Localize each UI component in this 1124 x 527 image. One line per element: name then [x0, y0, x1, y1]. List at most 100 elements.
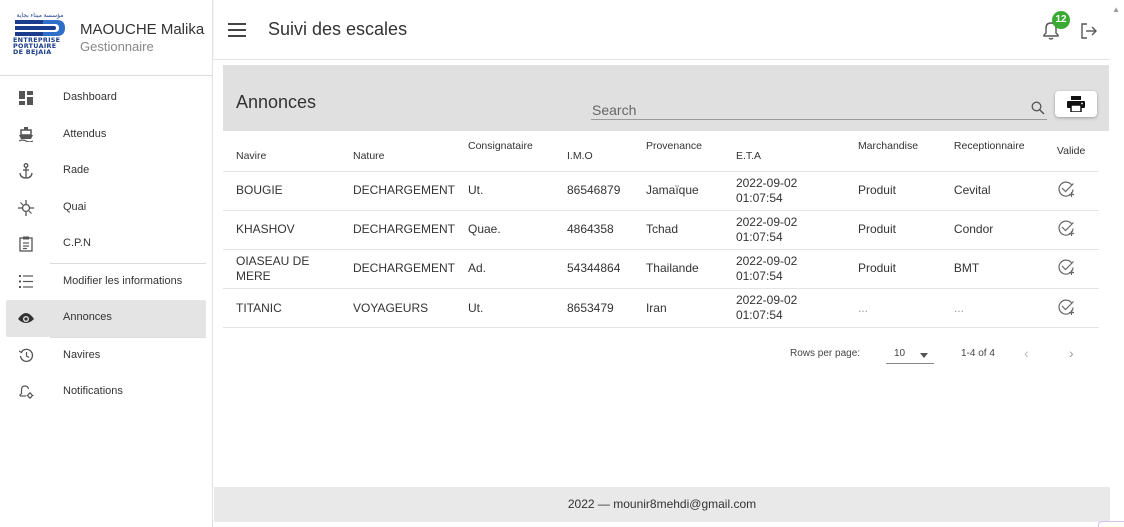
column-header-provenance[interactable]: Provenance	[632, 131, 723, 172]
cell-eta: 2022-09-02 01:07:54	[722, 171, 845, 211]
search-input[interactable]: Search	[591, 94, 1047, 120]
logo-line-3: DE BEJAIA	[13, 48, 52, 57]
list-edit-icon	[18, 274, 34, 290]
column-header-marchandise[interactable]: Marchandise	[844, 131, 941, 172]
table-row[interactable]: TITANIC VOYAGEURS Ut. 8653479 Iran 2022-…	[223, 288, 1099, 329]
column-header-nature[interactable]: Nature	[339, 131, 455, 172]
cell-provenance: Iran	[632, 288, 723, 329]
logo-text: ENTREPRISE PORTUAIRE DE BEJAIA	[13, 36, 67, 57]
scroll-up-arrow-icon[interactable]: ▲	[1112, 5, 1120, 14]
search-icon	[1031, 101, 1045, 115]
cell-eta: 2022-09-02 01:07:54	[722, 249, 845, 290]
cell-valide	[1043, 288, 1099, 329]
table-row[interactable]: KHASHOV DECHARGEMENT Quae. 4864358 Tchad…	[223, 210, 1099, 250]
logout-button[interactable]	[1080, 22, 1098, 40]
next-page-button[interactable]: ›	[1069, 345, 1074, 361]
search-label: Search	[592, 102, 637, 118]
column-header-valide[interactable]: Valide	[1043, 131, 1099, 172]
sidebar-item-notifications[interactable]: Notifications	[0, 374, 212, 411]
app-root: مؤسسة ميناء بجاية ENTREPRISE PORTUAIRE D…	[0, 0, 1124, 527]
eta-date: 2022-09-02	[735, 293, 798, 308]
cell-navire: OIASEAU DE MERE	[223, 249, 340, 290]
column-header-eta[interactable]: E.T.A	[722, 131, 845, 172]
cell-valide	[1043, 249, 1099, 290]
page-title: Suivi des escales	[268, 19, 408, 39]
rows-per-page-select[interactable]: 10	[886, 348, 934, 364]
cell-receptionnaire: ...	[940, 288, 1044, 329]
printer-icon	[1067, 96, 1085, 112]
menu-toggle-button[interactable]	[228, 22, 246, 37]
anchor-icon	[18, 163, 34, 179]
dock-icon	[18, 199, 34, 216]
cell-eta: 2022-09-02 01:07:54	[722, 288, 845, 329]
top-bar: Suivi des escales 12	[214, 0, 1124, 60]
sidebar-item-attendus[interactable]: Attendus	[0, 117, 212, 154]
table-header-row: Navire Nature Consignataire I.M.O Proven…	[223, 131, 1099, 172]
print-button[interactable]	[1055, 91, 1097, 117]
sidebar-item-label: Quai	[63, 200, 87, 213]
logo-arabic-text: مؤسسة ميناء بجاية	[16, 12, 64, 19]
validate-icon[interactable]	[1057, 297, 1076, 316]
cell-navire: TITANIC	[223, 288, 340, 329]
eta-time: 01:07:54	[735, 268, 783, 283]
sidebar-item-label: Annonces	[63, 311, 112, 324]
cell-marchandise: Produit	[844, 249, 941, 290]
sidebar-item-label: Rade	[63, 164, 90, 177]
cell-nature: DECHARGEMENT	[339, 171, 455, 211]
table-row[interactable]: OIASEAU DE MERE DECHARGEMENT Ad. 5434486…	[223, 249, 1099, 290]
sidebar-item-label: Notifications	[63, 385, 123, 398]
eta-time: 01:07:54	[735, 190, 783, 205]
column-header-imo[interactable]: I.M.O	[553, 131, 633, 172]
rows-per-page-value: 10	[894, 348, 906, 359]
sidebar-item-rade[interactable]: Rade	[0, 153, 212, 190]
cell-navire: BOUGIE	[223, 171, 340, 211]
card-title: Annonces	[236, 92, 317, 112]
dashboard-icon	[18, 90, 34, 106]
sidebar-item-label: Navires	[63, 348, 101, 361]
eye-icon	[18, 310, 34, 326]
cell-consignataire: Ut.	[455, 288, 554, 329]
table-pagination: Rows per page: 10 1-4 of 4 ‹ ›	[223, 342, 1099, 372]
cell-marchandise: Produit	[844, 171, 941, 211]
sidebar-item-quai[interactable]: Quai	[0, 190, 212, 227]
sidebar-item-navires[interactable]: Navires	[0, 338, 212, 375]
table-row[interactable]: BOUGIE DECHARGEMENT Ut. 86546879 Jamaïqu…	[223, 171, 1099, 211]
cell-receptionnaire: Condor	[940, 210, 1044, 250]
cell-imo: 8653479	[553, 288, 633, 329]
sidebar-item-label: C.P.N	[63, 237, 91, 250]
cell-provenance: Thailande	[632, 249, 723, 290]
validate-icon[interactable]	[1057, 257, 1076, 276]
corner-decoration	[1098, 521, 1124, 527]
sidebar-item-label: Dashboard	[63, 91, 117, 104]
column-header-navire[interactable]: Navire	[223, 131, 340, 172]
sidebar-item-modifier-informations[interactable]: Modifier les informations	[0, 264, 212, 301]
card-header: Annonces Search	[223, 65, 1109, 131]
clipboard-icon	[18, 236, 34, 252]
company-logo: مؤسسة ميناء بجاية ENTREPRISE PORTUAIRE D…	[13, 12, 67, 64]
cell-nature: DECHARGEMENT	[339, 249, 455, 290]
column-header-receptionnaire[interactable]: Receptionnaire	[940, 131, 1044, 172]
sidebar-item-annonces[interactable]: Annonces	[6, 300, 206, 337]
history-icon	[18, 348, 34, 364]
sidebar-item-cpn[interactable]: C.P.N	[0, 226, 212, 263]
sidebar-item-label: Attendus	[63, 127, 107, 140]
logo-mark-icon	[15, 19, 65, 36]
sidebar-item-label: Modifier les informations	[63, 274, 183, 287]
sidebar-item-dashboard[interactable]: Dashboard	[0, 80, 212, 117]
cell-eta: 2022-09-02 01:07:54	[722, 210, 845, 250]
footer-text: 2022 — mounir8mehdi@gmail.com	[567, 497, 757, 511]
column-header-consignataire[interactable]: Consignataire	[455, 131, 554, 172]
eta-date: 2022-09-02	[735, 175, 798, 190]
previous-page-button[interactable]: ‹	[1024, 345, 1029, 361]
logout-icon	[1081, 23, 1097, 39]
sidebar: مؤسسة ميناء بجاية ENTREPRISE PORTUAIRE D…	[0, 0, 213, 527]
eta-time: 01:07:54	[735, 229, 783, 244]
cell-consignataire: Ut.	[455, 171, 554, 211]
validate-icon[interactable]	[1057, 179, 1076, 198]
cell-nature: DECHARGEMENT	[339, 210, 455, 250]
profile-info: MAOUCHE Malika Gestionnaire	[80, 21, 204, 55]
window-scrollbar[interactable]: ▲	[1110, 0, 1124, 527]
validate-icon[interactable]	[1057, 218, 1076, 237]
notifications-button[interactable]: 12	[1042, 11, 1070, 41]
rows-per-page-label: Rows per page:	[790, 348, 861, 359]
